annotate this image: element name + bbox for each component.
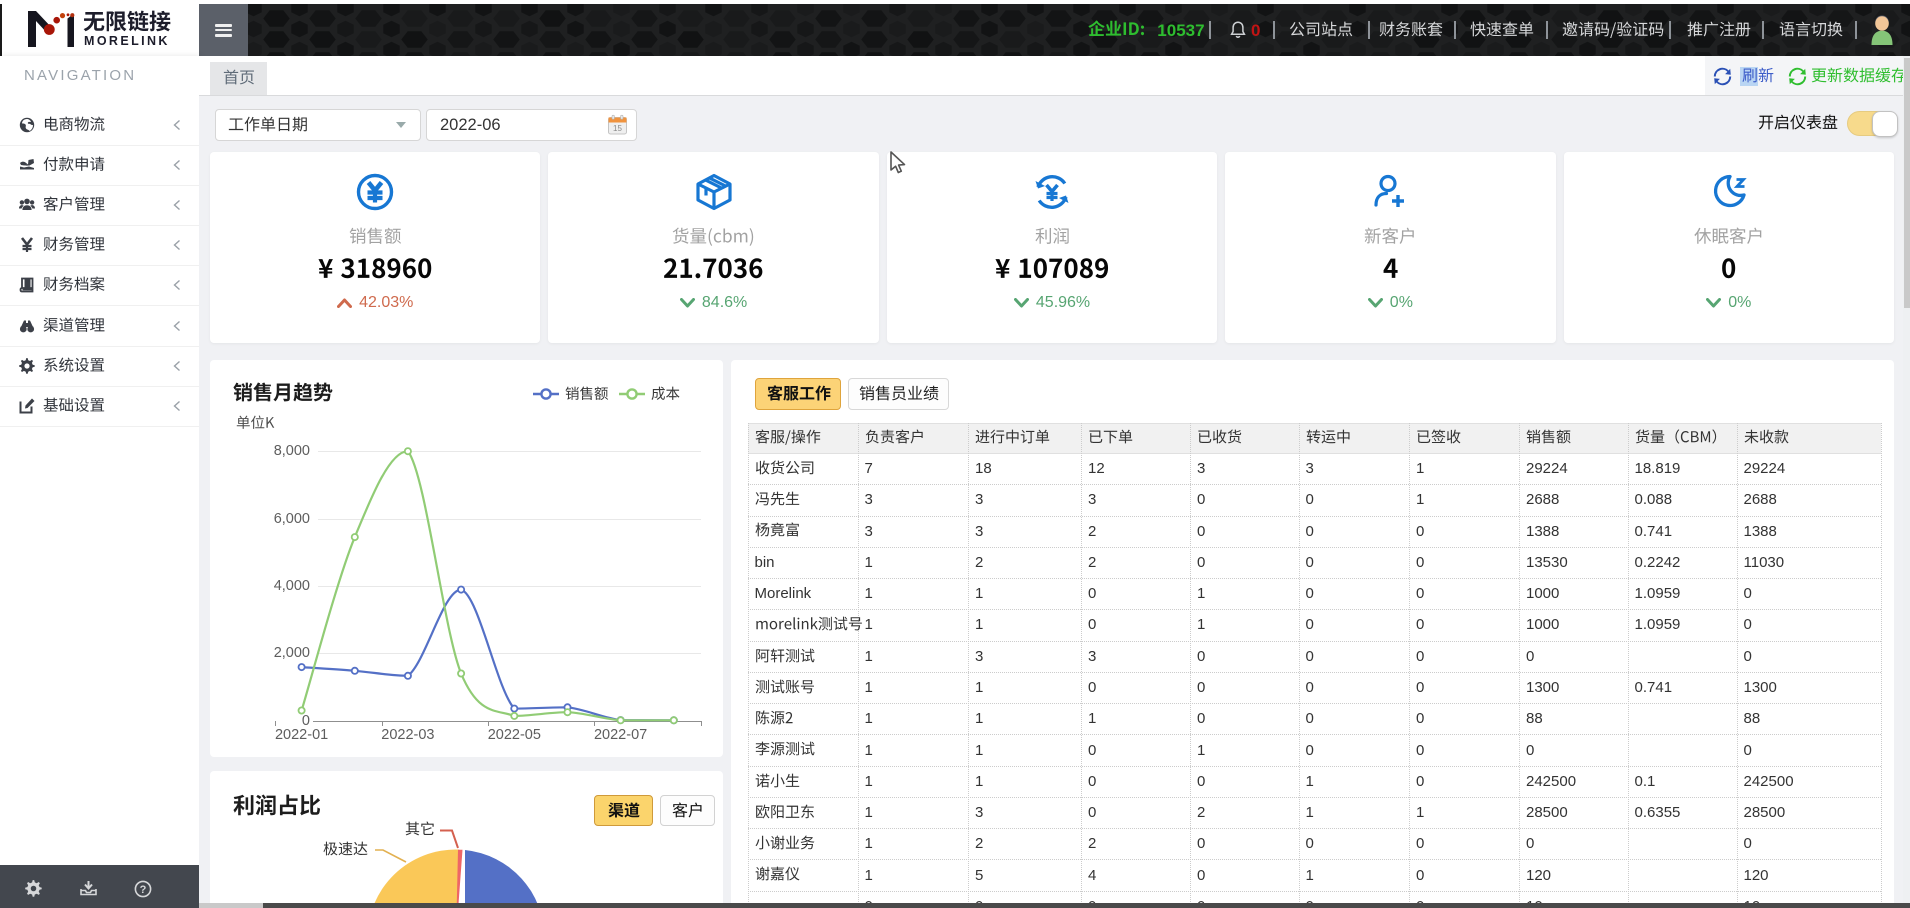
- svg-text:15: 15: [613, 124, 622, 133]
- svg-text:?: ?: [140, 884, 147, 896]
